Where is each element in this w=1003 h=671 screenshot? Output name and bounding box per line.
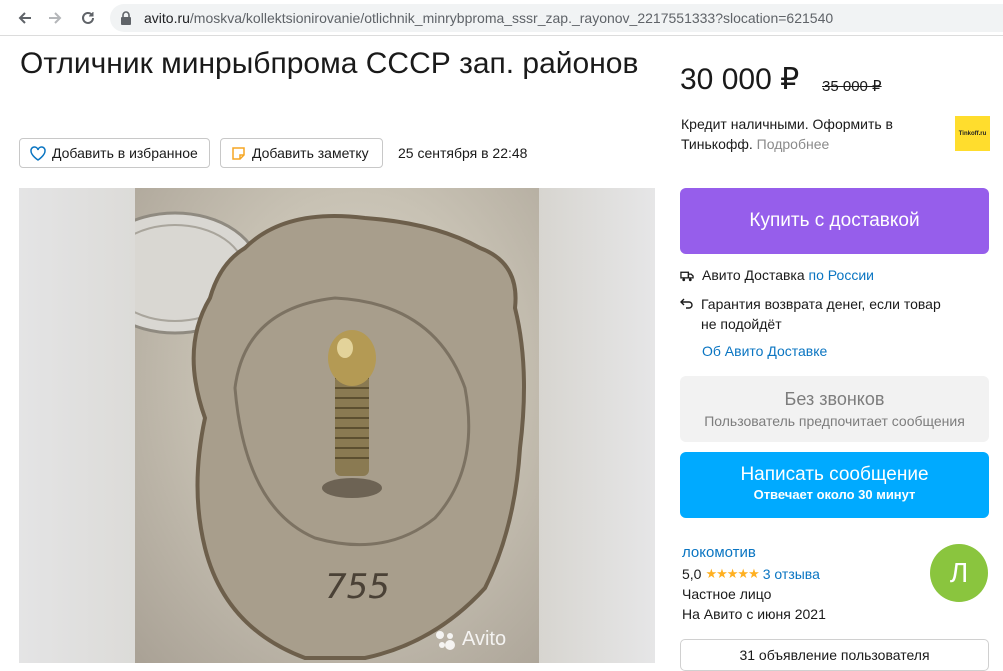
credit-offer: Кредит наличными. Оформить в Тинькофф. П… — [681, 114, 931, 154]
delivery-region-link[interactable]: по России — [809, 267, 874, 283]
engraved-number: 755 — [325, 567, 390, 607]
avito-watermark: Avito — [434, 628, 506, 651]
buy-with-delivery-button[interactable]: Купить с доставкой — [680, 188, 989, 254]
guarantee-text: Гарантия возврата денег, если товар не п… — [701, 296, 941, 332]
write-message-label: Написать сообщение — [740, 464, 929, 485]
reviews-link[interactable]: 3 отзыва — [763, 566, 820, 582]
photo-blur-right — [539, 188, 655, 663]
listing-photo[interactable]: 755 Avito — [19, 188, 655, 663]
seller-name-link[interactable]: локомотив — [682, 544, 756, 561]
tinkoff-logo[interactable]: Tinkoff.ru — [955, 116, 990, 151]
current-price: 30 000 ₽ — [680, 63, 800, 96]
add-favorite-button[interactable]: Добавить в избранное — [19, 138, 210, 168]
forward-arrow-icon[interactable] — [44, 7, 66, 29]
url-path: /moskva/kollektsionirovanie/otlichnik_mi… — [189, 10, 834, 26]
reload-icon[interactable] — [77, 7, 99, 29]
url-text: avito.ru/moskva/kollektsionirovanie/otli… — [144, 10, 833, 26]
add-note-button[interactable]: Добавить заметку — [220, 138, 383, 168]
write-message-button[interactable]: Написать сообщение Отвечает около 30 мин… — [680, 452, 989, 518]
old-price: 35 000 ₽ — [822, 78, 882, 95]
no-calls-subtitle: Пользователь предпочитает сообщения — [704, 413, 965, 429]
badge-back-image: 755 — [88, 211, 526, 660]
badge-photo: 755 — [88, 188, 539, 663]
seller-type: Частное лицо — [682, 586, 772, 602]
watermark-text: Avito — [462, 628, 507, 650]
listing-date: 25 сентября в 22:48 — [398, 145, 528, 161]
heart-icon — [30, 145, 46, 161]
rating-value: 5,0 — [682, 566, 702, 582]
rating-stars-icon: ★★★★★ — [705, 566, 759, 581]
seller-since: На Авито с июня 2021 — [682, 606, 826, 622]
address-bar[interactable]: avito.ru/moskva/kollektsionirovanie/otli… — [110, 4, 1003, 32]
add-favorite-label: Добавить в избранное — [52, 145, 198, 161]
avatar[interactable]: Л — [930, 544, 988, 602]
about-delivery-link[interactable]: Об Авито Доставке — [702, 343, 827, 359]
page-title: Отличник минрыбпрома СССР зап. районов — [20, 47, 639, 80]
delivery-service-row: Авито Доставка по России — [680, 267, 874, 285]
delivery-service-text: Авито Доставка — [702, 267, 805, 283]
no-calls-title: Без звонков — [784, 389, 885, 409]
photo-blur-left — [19, 188, 135, 663]
back-arrow-icon[interactable] — [14, 7, 36, 29]
camera-icon — [436, 630, 455, 650]
response-time: Отвечает около 30 минут — [753, 487, 916, 502]
browser-toolbar: avito.ru/moskva/kollektsionirovanie/otli… — [0, 0, 1003, 36]
seller-ads-button[interactable]: 31 объявление пользователя — [680, 639, 989, 671]
credit-more-link[interactable]: Подробнее — [757, 136, 830, 152]
truck-icon — [680, 267, 694, 285]
lock-icon[interactable] — [120, 11, 132, 30]
add-note-label: Добавить заметку — [252, 145, 369, 161]
no-calls-panel: Без звонков Пользователь предпочитает со… — [680, 376, 989, 442]
guarantee-row: Гарантия возврата денег, если товар не п… — [680, 294, 950, 334]
seller-rating: 5,0 ★★★★★ 3 отзыва — [682, 566, 820, 582]
url-host: avito.ru — [144, 10, 190, 26]
note-icon — [232, 146, 245, 160]
return-icon — [680, 294, 693, 312]
